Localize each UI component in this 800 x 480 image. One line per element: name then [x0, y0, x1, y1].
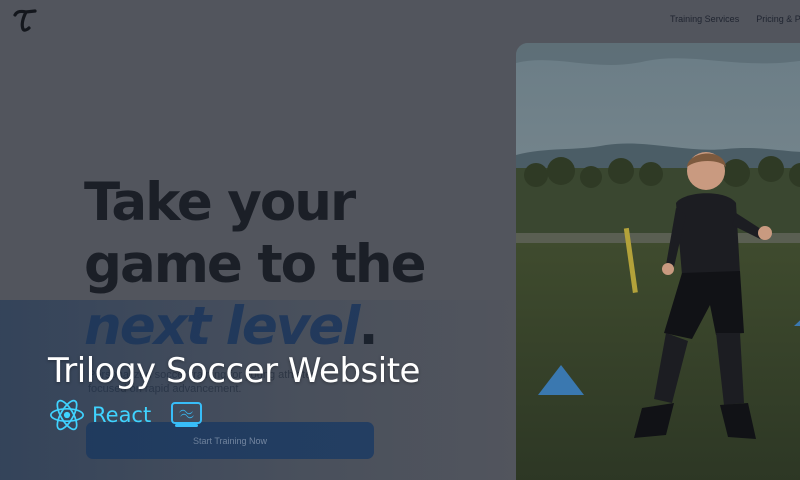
- nav-link-pricing[interactable]: Pricing & Plans: [756, 14, 800, 24]
- react-label: React: [92, 403, 152, 427]
- hero-photo: [516, 43, 800, 480]
- tau-logo-icon[interactable]: [12, 7, 38, 33]
- website-preview: Training Services Pricing & Plans Person…: [0, 0, 800, 480]
- nav-link-training-services[interactable]: Training Services: [670, 14, 739, 24]
- react-icon: [49, 399, 85, 431]
- hero-title-line-2: game to the: [84, 234, 427, 295]
- hero-title-line-1: Take your: [84, 172, 356, 233]
- soccer-player-image: [516, 43, 800, 480]
- hero-title-period: .: [358, 296, 378, 357]
- hero-title: Take your game to the next level.: [84, 172, 504, 358]
- hero-title-accent: next level: [84, 296, 360, 357]
- tech-stack: React: [48, 396, 203, 434]
- tailwind-icon: [171, 401, 203, 427]
- project-title: Trilogy Soccer Website: [48, 351, 420, 391]
- top-nav: Training Services Pricing & Plans: [670, 14, 800, 24]
